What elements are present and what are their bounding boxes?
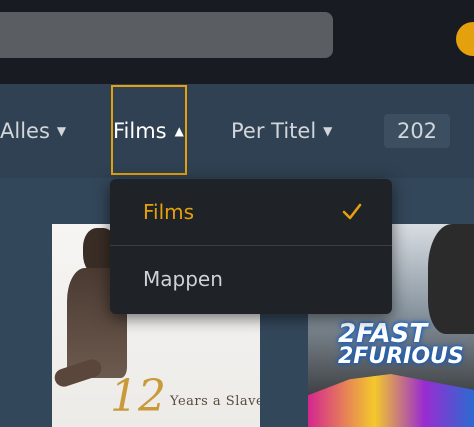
item-count-badge: 202 <box>384 114 450 148</box>
menu-item-label: Films <box>143 200 195 224</box>
menu-item-mappen[interactable]: Mappen <box>110 246 392 312</box>
sort-label: Per Titel <box>231 119 317 143</box>
poster-title-line: 2FURIOUS <box>338 343 464 369</box>
poster-title-line: 2FAST <box>338 319 428 349</box>
section-filter-dropdown[interactable]: Films ▲ <box>113 114 184 148</box>
menu-item-films[interactable]: Films <box>110 179 392 245</box>
type-filter-dropdown[interactable]: Alles ▼ <box>0 114 66 148</box>
type-filter-label: Alles <box>0 119 50 143</box>
section-dropdown-menu: Films Mappen <box>110 179 392 314</box>
poster-figure <box>428 224 474 334</box>
poster-title-number: 12 <box>110 371 166 422</box>
poster-title: 2FAST 2FURIOUS <box>338 319 474 369</box>
search-input[interactable] <box>0 12 333 58</box>
section-filter-label: Films <box>113 119 167 143</box>
poster-title: 12 Years a Slave <box>110 369 260 419</box>
chevron-down-icon: ▼ <box>56 124 67 138</box>
poster-title-words: Years a Slave <box>170 394 260 409</box>
menu-item-label: Mappen <box>143 267 223 291</box>
chevron-up-icon: ▲ <box>174 124 184 138</box>
sort-dropdown[interactable]: Per Titel ▼ <box>231 114 332 148</box>
chevron-down-icon: ▼ <box>323 124 333 138</box>
poster-cars-art <box>308 374 474 427</box>
checkmark-icon <box>342 203 362 220</box>
